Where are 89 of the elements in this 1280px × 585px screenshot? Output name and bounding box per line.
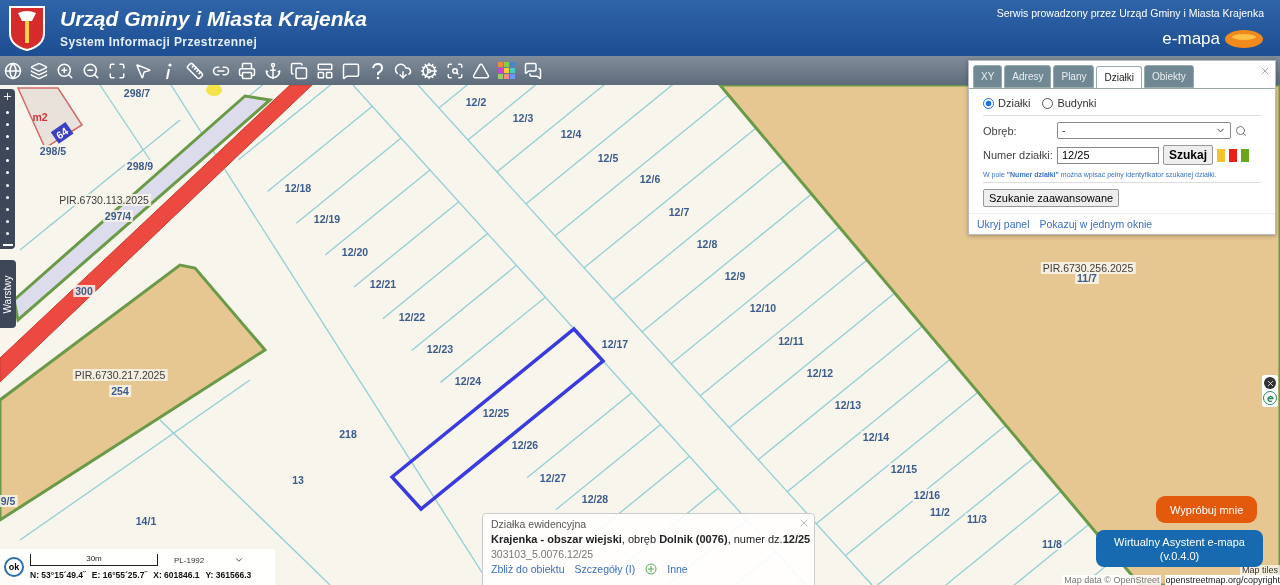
parcel-label: 254: [109, 385, 131, 397]
popup-title: Działka ewidencyjna: [491, 518, 587, 530]
building-label: m2: [32, 111, 48, 123]
parcel-label: 12/18: [282, 182, 314, 194]
field-label: Numer działki:: [983, 149, 1053, 161]
site-subtitle: System Informacji Przestrzennej: [60, 35, 259, 49]
parcel-label: 12/22: [396, 311, 428, 323]
parcel-number-input[interactable]: 12/25: [1057, 146, 1159, 164]
zoom-in-icon[interactable]: [2, 91, 13, 102]
parcel-label: 11/2: [928, 506, 952, 518]
chevron-down-icon: [234, 555, 245, 565]
attribution-link[interactable]: openstreetmap.org/copyright: [1165, 575, 1280, 585]
parcel-label: 12/12: [804, 367, 836, 379]
parcel-label: 11/3: [965, 513, 989, 525]
parcel-label: 218: [337, 428, 359, 440]
operator-text: Serwis prowadzony przez Urząd Gminy i Miasta Krajenka: [996, 7, 1264, 19]
plan-label: PIR.6730.217.2025: [72, 369, 168, 381]
parcel-label: 12/4: [558, 128, 584, 140]
parcel-label: 12/19: [311, 213, 343, 225]
parcel-label: 9/5: [0, 495, 18, 507]
color-swatch[interactable]: [1217, 148, 1225, 162]
popup-link[interactable]: Zbliż do obiektu: [491, 563, 565, 575]
color-grid-icon[interactable]: [496, 59, 518, 82]
parcel-label: 12/2: [463, 96, 489, 108]
ok-button[interactable]: ok: [4, 557, 24, 577]
zoom-control[interactable]: [0, 89, 15, 249]
color-swatch[interactable]: [1229, 148, 1237, 162]
brand-logo-text: e-mapa: [1162, 29, 1220, 49]
coordinate-text: N: 53°15´49.4˝: [30, 570, 86, 580]
parcel-label: 12/17: [599, 338, 631, 350]
parcel-label: 12/24: [452, 375, 484, 387]
site-title: Urząd Gminy i Miasta Krajenka: [60, 7, 368, 31]
brand-logo-icon: [1224, 29, 1264, 49]
plan-label: PIR.6730.113.2025: [57, 194, 151, 206]
popup-link[interactable]: Szczegóły (I): [574, 563, 636, 575]
parcel-label: 12/14: [860, 431, 892, 443]
parcel-label: 14/1: [133, 515, 159, 527]
parcel-label: 12/25: [480, 407, 512, 419]
parcel-label: 12/10: [747, 302, 779, 314]
panel-tab[interactable]: Działki: [1096, 66, 1142, 88]
scale-bar: 30m: [30, 554, 158, 566]
try-me-bubble[interactable]: Wypróbuj mnie: [1156, 496, 1258, 523]
parcel-label: 11/8: [1040, 538, 1064, 550]
parcel-label: 12/13: [832, 399, 864, 411]
parcel-label: 298/9: [124, 160, 156, 172]
parcel-label: 12/11: [776, 335, 806, 347]
parcel-label: 12/26: [509, 439, 541, 451]
parcel-identifier: 303103_5.0076.12/25: [491, 548, 595, 560]
coordinate-text: Y: 361566.3: [205, 570, 252, 580]
parcel-label: 12/16: [911, 489, 943, 501]
parcel-label: 12/27: [537, 472, 569, 484]
coordinate-text: E: 16°55´25.7˝: [91, 570, 148, 580]
zoom-out-icon[interactable]: [2, 243, 13, 247]
plan-label: PIR.6730.256.2025: [1040, 262, 1136, 274]
parcel-label: 12/28: [579, 493, 611, 505]
panel-link[interactable]: Ukryj panel: [977, 218, 1030, 230]
parcel-label: 12/7: [666, 206, 692, 218]
attribution-text: Map data © OpenStreet: [1062, 575, 1162, 585]
advanced-search-button[interactable]: Szukanie zaawansowane: [983, 189, 1120, 207]
layers-tab[interactable]: Warstwy: [0, 260, 16, 328]
parcel-label: 12/21: [367, 278, 399, 290]
color-swatch[interactable]: [1241, 148, 1249, 162]
parcel-label: 300: [73, 285, 95, 297]
parcel-label: 12/20: [339, 246, 371, 258]
field-label: Obręb:: [983, 124, 1018, 137]
parcel-label: 12/5: [595, 152, 621, 164]
parcel-label: 12/6: [637, 173, 663, 185]
parcel-label: 298/7: [121, 87, 153, 99]
search-button[interactable]: Szukaj: [1163, 145, 1213, 165]
parcel-label: 12/9: [722, 270, 748, 282]
assistant-button[interactable]: Wirtualny Asystent e-mapa (v.0.4.0): [1096, 530, 1263, 567]
parcel-label: 298/5: [37, 145, 69, 157]
coordinate-text: X: 601846.1: [153, 570, 200, 580]
parcel-label: 11/7: [1075, 272, 1099, 284]
parcel-label: 13: [290, 474, 306, 486]
coat-of-arms-icon: [8, 5, 46, 51]
parcel-label: 12/15: [888, 463, 920, 475]
projection-select[interactable]: PL-1992: [174, 555, 245, 565]
close-icon[interactable]: [1264, 377, 1276, 389]
parcel-label: 12/23: [424, 343, 456, 355]
parcel-label: 12/3: [510, 112, 536, 124]
panel-link[interactable]: Pokazuj w jednym oknie: [1039, 218, 1153, 230]
radio-option[interactable]: Działki: [983, 97, 1031, 109]
radio-option[interactable]: Budynki: [1042, 97, 1097, 109]
precinct-select[interactable]: -: [1057, 122, 1231, 139]
popup-link[interactable]: Inne: [667, 563, 688, 575]
search-icon[interactable]: [1235, 124, 1247, 137]
parcel-label: 12/8: [694, 238, 720, 250]
parcel-label: 297/4: [102, 210, 134, 222]
